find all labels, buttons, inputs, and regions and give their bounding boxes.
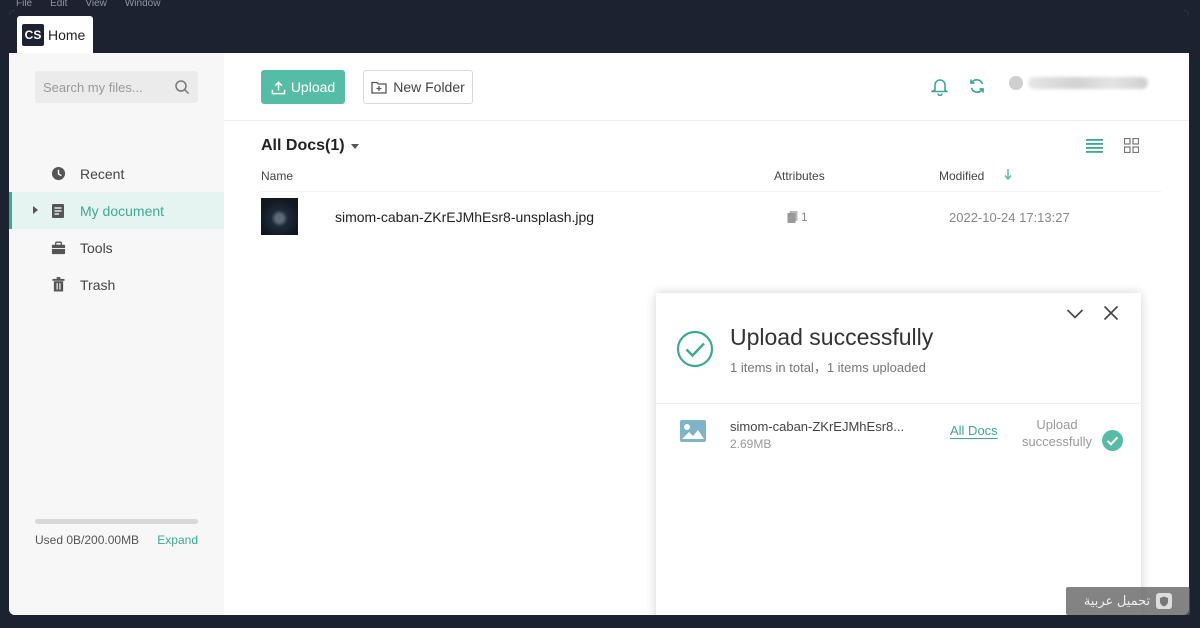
watermark-text: تحميل عربية bbox=[1083, 593, 1151, 608]
header-divider bbox=[224, 120, 1189, 121]
sidebar-nav: Recent My document Tools Trash bbox=[9, 155, 224, 303]
tab-strip: CS Home bbox=[9, 10, 1189, 53]
file-modified-date: 2022-10-24 17:13:27 bbox=[949, 210, 1070, 225]
bell-icon[interactable] bbox=[931, 77, 949, 101]
page-count-icon bbox=[787, 211, 798, 223]
upload-panel-subtitle: 1 items in total，1 items uploaded bbox=[730, 360, 926, 375]
upload-location-link[interactable]: All Docs bbox=[950, 423, 998, 438]
page-title: All Docs(1) bbox=[261, 137, 345, 154]
page-count: 1 bbox=[801, 210, 808, 224]
user-account-menu[interactable] bbox=[1009, 76, 1148, 90]
trash-icon bbox=[50, 277, 66, 293]
image-icon bbox=[680, 420, 706, 447]
folder-plus-icon bbox=[371, 81, 387, 94]
app-window: CS Home Search my files... Recent My doc… bbox=[9, 10, 1189, 615]
sidebar-item-label: Recent bbox=[80, 165, 125, 182]
close-icon[interactable] bbox=[1103, 305, 1119, 326]
search-icon[interactable] bbox=[174, 79, 190, 95]
uploaded-file-name: simom-caban-ZKrEJMhEsr8... bbox=[730, 419, 905, 434]
file-thumbnail bbox=[261, 198, 298, 235]
sidebar-item-tools[interactable]: Tools bbox=[9, 229, 224, 266]
document-icon bbox=[50, 203, 66, 219]
grid-view-icon[interactable] bbox=[1123, 137, 1140, 158]
new-folder-button[interactable]: New Folder bbox=[363, 70, 473, 104]
sidebar-item-label: Tools bbox=[80, 239, 113, 256]
upload-panel-title: Upload successfully bbox=[730, 324, 934, 350]
clock-icon bbox=[50, 166, 66, 182]
panel-divider bbox=[656, 403, 1141, 404]
watermark: تحميل عربية bbox=[1066, 587, 1190, 615]
sidebar-item-label: My document bbox=[80, 202, 165, 219]
sidebar-item-label: Trash bbox=[80, 276, 116, 293]
avatar bbox=[1009, 76, 1023, 90]
upload-icon bbox=[271, 80, 286, 94]
all-docs-dropdown[interactable]: All Docs(1) bbox=[261, 137, 359, 155]
column-header-modified[interactable]: Modified bbox=[939, 169, 984, 183]
chevron-down-icon[interactable] bbox=[1066, 307, 1084, 325]
sidebar-item-recent[interactable]: Recent bbox=[9, 155, 224, 192]
sort-down-icon[interactable] bbox=[1004, 169, 1012, 183]
upload-button[interactable]: Upload bbox=[261, 70, 345, 104]
briefcase-icon bbox=[50, 240, 66, 256]
app-logo: CS bbox=[22, 23, 44, 46]
shield-icon bbox=[1156, 593, 1173, 609]
sidebar: Search my files... Recent My document To… bbox=[9, 53, 224, 615]
column-header-attributes[interactable]: Attributes bbox=[774, 169, 825, 183]
search-placeholder: Search my files... bbox=[43, 79, 143, 95]
file-name[interactable]: simom-caban-ZKrEJMhEsr8-unsplash.jpg bbox=[335, 209, 594, 225]
storage-used-text: Used 0B/200.00MB bbox=[35, 533, 140, 547]
search-input[interactable]: Search my files... bbox=[35, 71, 198, 103]
upload-done-icon bbox=[1102, 430, 1123, 456]
upload-status-text: Upload successfully bbox=[1021, 417, 1093, 449]
storage-meter: Used 0B/200.00MB Expand bbox=[35, 519, 198, 547]
storage-bar bbox=[35, 519, 198, 524]
expand-storage-link[interactable]: Expand bbox=[157, 533, 198, 547]
expand-arrow-icon[interactable] bbox=[33, 206, 38, 214]
file-attributes: 1 bbox=[787, 210, 808, 224]
user-name-redacted bbox=[1028, 77, 1148, 89]
column-header-name[interactable]: Name bbox=[261, 169, 293, 183]
tab-home[interactable]: CS Home bbox=[17, 16, 94, 53]
sync-icon[interactable] bbox=[969, 78, 985, 99]
new-folder-button-label: New Folder bbox=[393, 79, 465, 95]
uploaded-file-size: 2.69MB bbox=[730, 437, 772, 451]
caret-down-icon bbox=[350, 143, 359, 149]
tab-label: Home bbox=[48, 26, 86, 43]
upload-status-panel: Upload successfully 1 items in total，1 i… bbox=[656, 293, 1141, 615]
list-view-icon[interactable] bbox=[1086, 138, 1103, 158]
table-divider bbox=[261, 191, 1161, 192]
sidebar-item-trash[interactable]: Trash bbox=[9, 266, 224, 303]
upload-button-label: Upload bbox=[290, 79, 336, 95]
success-check-icon bbox=[676, 330, 714, 373]
sidebar-item-my-document[interactable]: My document bbox=[9, 192, 224, 229]
